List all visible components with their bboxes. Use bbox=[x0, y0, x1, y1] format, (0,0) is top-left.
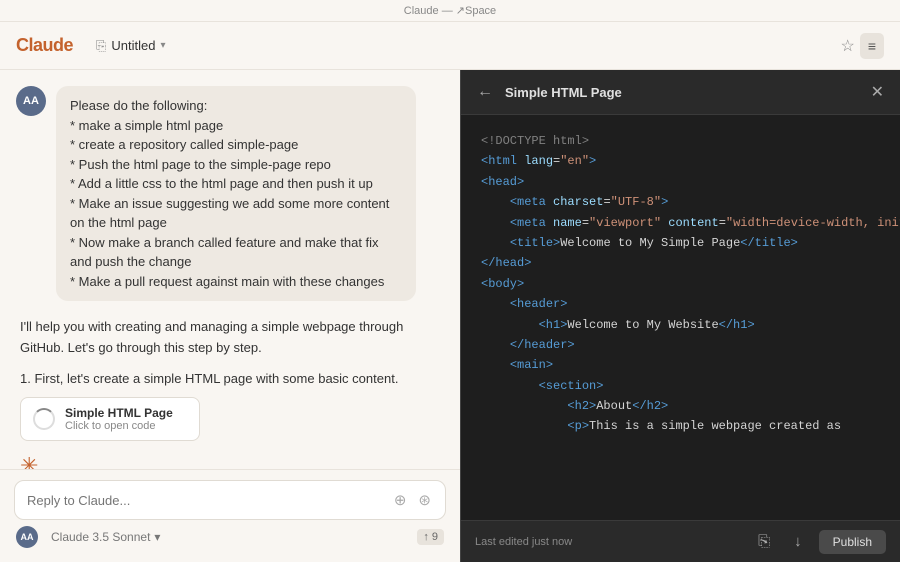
chat-messages: AA Please do the following: make a simpl… bbox=[0, 70, 460, 469]
send-icon: ⊛ bbox=[418, 492, 431, 509]
loading-spinner bbox=[33, 408, 55, 430]
app-container: Claude ⎘ Untitled ▾ ☆ ≡ AA Please do the… bbox=[0, 22, 900, 562]
code-line: </header> bbox=[481, 335, 880, 355]
artifact-back-button[interactable]: ← bbox=[475, 81, 495, 103]
code-line: <html lang="en"> bbox=[481, 151, 880, 171]
user-message-intro: Please do the following: bbox=[70, 96, 402, 116]
project-name: Untitled bbox=[111, 38, 155, 53]
model-chevron-icon: ▾ bbox=[154, 530, 160, 544]
list-item: Add a little css to the html page and th… bbox=[70, 174, 402, 194]
list-item: Make an issue suggesting we add some mor… bbox=[70, 194, 402, 233]
project-icon: ⎘ bbox=[96, 38, 106, 54]
code-line: <meta name="viewport" content="width=dev… bbox=[481, 213, 880, 233]
title-bar: Claude — ↗Space bbox=[0, 0, 900, 22]
attachment-icon: ⊕ bbox=[394, 492, 407, 509]
list-item: make a simple html page bbox=[70, 116, 402, 136]
artifact-close-button[interactable]: ✕ bbox=[869, 80, 886, 104]
claude-starburst-logo: ✳ bbox=[20, 453, 444, 469]
close-icon: ✕ bbox=[871, 84, 884, 101]
content-area: AA Please do the following: make a simpl… bbox=[0, 70, 900, 562]
code-line: <title>Welcome to My Simple Page</title> bbox=[481, 233, 880, 253]
chat-input[interactable] bbox=[27, 493, 384, 508]
send-button[interactable]: ⊛ bbox=[416, 489, 433, 511]
artifact-panel: ← Simple HTML Page ✕ <!DOCTYPE html> <ht… bbox=[460, 70, 900, 562]
code-line: <section> bbox=[481, 376, 880, 396]
assistant-message: I'll help you with creating and managing… bbox=[16, 317, 444, 469]
list-item: create a repository called simple-page bbox=[70, 135, 402, 155]
user-message: AA Please do the following: make a simpl… bbox=[16, 86, 444, 301]
publish-button[interactable]: Publish bbox=[819, 530, 886, 554]
artifact-info: Simple HTML Page Click to open code bbox=[65, 406, 173, 432]
code-editor: <!DOCTYPE html> <html lang="en"> <head> … bbox=[461, 115, 900, 520]
user-message-list: make a simple html page create a reposit… bbox=[70, 116, 402, 292]
attachment-button[interactable]: ⊕ bbox=[392, 489, 409, 511]
star-icon: ☆ bbox=[840, 38, 854, 55]
menu-icon: ≡ bbox=[868, 38, 876, 54]
chat-footer: AA Claude 3.5 Sonnet ▾ ↑ 9 bbox=[14, 520, 446, 548]
user-avatar: AA bbox=[16, 86, 46, 116]
list-item: Now make a branch called feature and mak… bbox=[70, 233, 402, 272]
model-selector[interactable]: Claude 3.5 Sonnet ▾ bbox=[46, 528, 165, 546]
token-badge: ↑ 9 bbox=[417, 529, 444, 545]
assistant-step-1: 1. First, let's create a simple HTML pag… bbox=[20, 369, 444, 390]
code-line: <h2>About</h2> bbox=[481, 396, 880, 416]
menu-button[interactable]: ≡ bbox=[860, 33, 884, 59]
window-title: Claude — ↗Space bbox=[404, 5, 496, 17]
download-button[interactable]: ↓ bbox=[787, 529, 809, 554]
artifact-panel-footer: Last edited just now ⎘ ↓ Publish bbox=[461, 520, 900, 562]
code-line: <p>This is a simple webpage created as bbox=[481, 416, 880, 436]
code-line: <body> bbox=[481, 274, 880, 294]
project-selector[interactable]: ⎘ Untitled ▾ bbox=[89, 35, 173, 57]
token-up-icon: ↑ bbox=[423, 531, 429, 543]
app-header: Claude ⎘ Untitled ▾ ☆ ≡ bbox=[0, 22, 900, 70]
chat-input-wrapper: ⊕ ⊛ bbox=[14, 480, 446, 520]
token-count: 9 bbox=[432, 531, 438, 543]
code-line: <!DOCTYPE html> bbox=[481, 131, 880, 151]
chat-input-area: ⊕ ⊛ AA Claude 3.5 Sonnet ▾ ↑ 9 bbox=[0, 469, 460, 562]
list-item: Push the html page to the simple-page re… bbox=[70, 155, 402, 175]
code-line: <header> bbox=[481, 294, 880, 314]
code-artifact[interactable]: Simple HTML Page Click to open code bbox=[20, 397, 200, 441]
star-button[interactable]: ☆ bbox=[835, 31, 859, 61]
last-edited-text: Last edited just now bbox=[475, 536, 741, 548]
artifact-card-title: Simple HTML Page bbox=[65, 406, 173, 420]
chat-panel: AA Please do the following: make a simpl… bbox=[0, 70, 460, 562]
footer-avatar: AA bbox=[16, 526, 38, 548]
list-item: Make a pull request against main with th… bbox=[70, 272, 402, 292]
code-line: <h1>Welcome to My Website</h1> bbox=[481, 315, 880, 335]
model-name: Claude 3.5 Sonnet bbox=[51, 530, 150, 544]
code-line: </head> bbox=[481, 253, 880, 273]
artifact-panel-header: ← Simple HTML Page ✕ bbox=[461, 70, 900, 115]
code-line: <meta charset="UTF-8"> bbox=[481, 192, 880, 212]
assistant-text-1: I'll help you with creating and managing… bbox=[20, 317, 444, 359]
code-line: <head> bbox=[481, 172, 880, 192]
artifact-card-subtitle: Click to open code bbox=[65, 420, 173, 432]
code-line: <main> bbox=[481, 355, 880, 375]
claude-logo: Claude bbox=[16, 35, 73, 56]
user-message-bubble: Please do the following: make a simple h… bbox=[56, 86, 416, 301]
download-icon: ↓ bbox=[794, 533, 802, 550]
artifact-panel-title: Simple HTML Page bbox=[505, 85, 859, 100]
project-chevron-icon: ▾ bbox=[161, 40, 166, 51]
copy-button[interactable]: ⎘ bbox=[751, 529, 777, 554]
copy-icon: ⎘ bbox=[758, 533, 770, 550]
back-icon: ← bbox=[477, 83, 493, 100]
